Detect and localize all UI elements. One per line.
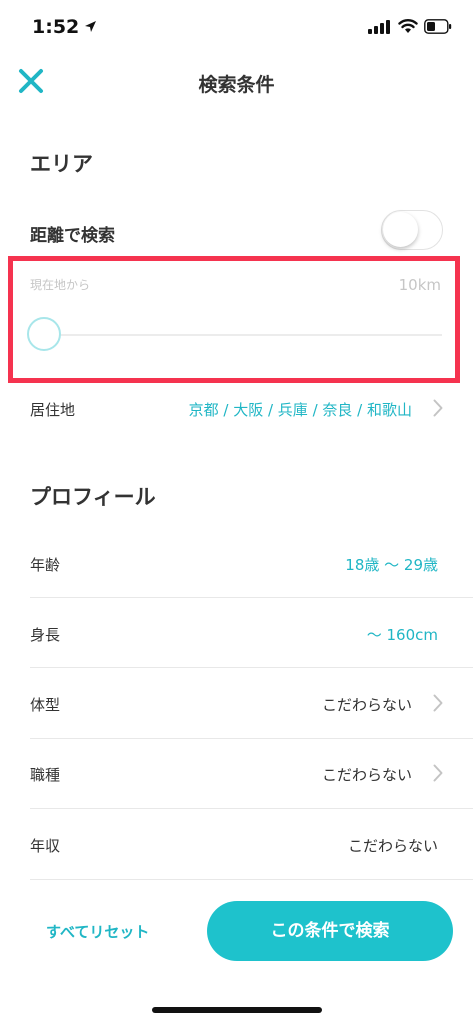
distance-search-toggle[interactable] bbox=[381, 210, 443, 250]
chevron-right-icon[interactable] bbox=[433, 399, 443, 417]
income-value[interactable]: こだわらない bbox=[348, 835, 438, 856]
divider bbox=[30, 738, 473, 739]
wifi-icon bbox=[398, 19, 418, 33]
search-button[interactable]: この条件で検索 bbox=[207, 901, 453, 961]
page-title: 検索条件 bbox=[198, 74, 275, 96]
divider bbox=[30, 667, 473, 668]
residence-label: 居住地 bbox=[30, 401, 76, 419]
chevron-right-icon[interactable] bbox=[433, 694, 443, 712]
status-time: 1:52 bbox=[32, 16, 80, 38]
body-type-label: 体型 bbox=[30, 696, 61, 714]
battery-icon bbox=[424, 19, 452, 34]
status-bar: 1:52 bbox=[0, 0, 473, 56]
distance-search-label: 距離で検索 bbox=[30, 226, 115, 246]
age-value[interactable]: 18歳 〜 29歳 bbox=[345, 554, 438, 575]
distance-slider-track[interactable] bbox=[46, 334, 442, 336]
toggle-knob bbox=[383, 212, 418, 247]
age-label: 年齢 bbox=[30, 556, 61, 574]
divider bbox=[30, 879, 473, 880]
income-label: 年収 bbox=[30, 837, 61, 855]
height-label: 身長 bbox=[30, 626, 61, 644]
section-title-profile: プロフィール bbox=[30, 485, 156, 509]
section-title-area: エリア bbox=[30, 152, 93, 176]
home-indicator bbox=[152, 1007, 322, 1013]
height-value[interactable]: 〜 160cm bbox=[367, 624, 438, 645]
residence-value[interactable]: 京都 / 大阪 / 兵庫 / 奈良 / 和歌山 bbox=[189, 399, 412, 420]
signal-icon bbox=[368, 20, 390, 34]
body-type-value[interactable]: こだわらない bbox=[322, 694, 412, 715]
chevron-right-icon[interactable] bbox=[433, 764, 443, 782]
occupation-label: 職種 bbox=[30, 766, 61, 784]
reset-all-button[interactable]: すべてリセット bbox=[46, 921, 149, 942]
location-arrow-icon bbox=[85, 21, 96, 32]
divider bbox=[30, 808, 473, 809]
slider-value: 10km bbox=[398, 276, 441, 294]
slider-label: 現在地から bbox=[30, 278, 91, 292]
occupation-value[interactable]: こだわらない bbox=[322, 764, 412, 785]
distance-slider-thumb[interactable] bbox=[27, 317, 61, 351]
divider bbox=[30, 597, 473, 598]
